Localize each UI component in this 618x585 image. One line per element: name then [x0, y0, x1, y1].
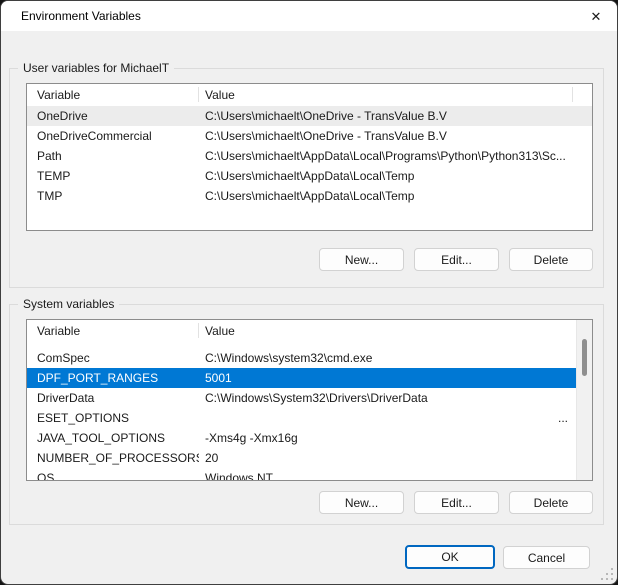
cell-value: C:\Windows\System32\Drivers\DriverData	[199, 388, 576, 408]
cancel-button[interactable]: Cancel	[503, 546, 590, 569]
column-divider[interactable]	[198, 323, 199, 338]
user-variables-table[interactable]: Variable Value OneDrive C:\Users\michael…	[26, 83, 593, 231]
cell-value: Windows NT	[199, 468, 576, 481]
cell-value: C:\Windows\system32\cmd.exe	[199, 348, 576, 368]
title-bar: Environment Variables ✕	[1, 1, 617, 31]
system-delete-button[interactable]: Delete	[509, 491, 593, 514]
system-new-button[interactable]: New...	[319, 491, 404, 514]
vertical-scrollbar[interactable]	[576, 320, 592, 480]
column-divider[interactable]	[198, 87, 199, 102]
system-edit-button[interactable]: Edit...	[414, 491, 499, 514]
user-variables-group-label: User variables for MichaelT	[18, 61, 174, 76]
cell-variable: JAVA_TOOL_OPTIONS	[27, 428, 199, 448]
cell-value: -Xms4g -Xmx16g	[199, 428, 576, 448]
cell-variable: DriverData	[27, 388, 199, 408]
system-variables-group-label: System variables	[18, 297, 119, 312]
column-divider[interactable]	[572, 87, 573, 102]
table-row[interactable]: OS Windows NT	[27, 468, 576, 481]
cell-value: 5001	[199, 368, 576, 388]
cell-value: C:\Users\michaelt\AppData\Local\Programs…	[199, 146, 592, 166]
user-edit-button[interactable]: Edit...	[414, 248, 499, 271]
cell-variable: TMP	[27, 186, 199, 206]
cell-variable: ComSpec	[27, 348, 199, 368]
cell-variable: TEMP	[27, 166, 199, 186]
table-body: ComSpec C:\Windows\system32\cmd.exe DPF_…	[27, 348, 576, 481]
close-button[interactable]: ✕	[583, 4, 609, 28]
table-row[interactable]: OneDrive C:\Users\michaelt\OneDrive - Tr…	[27, 106, 592, 126]
ok-button[interactable]: OK	[405, 545, 495, 569]
column-header-variable[interactable]: Variable	[37, 84, 80, 106]
table-header: Variable Value	[27, 84, 592, 105]
cell-variable: NUMBER_OF_PROCESSORS	[27, 448, 199, 468]
cell-value: ...	[199, 408, 576, 428]
table-row[interactable]: ESET_OPTIONS ...	[27, 408, 576, 428]
table-row[interactable]: OneDriveCommercial C:\Users\michaelt\One…	[27, 126, 592, 146]
cell-variable: ESET_OPTIONS	[27, 408, 199, 428]
table-row[interactable]: NUMBER_OF_PROCESSORS 20	[27, 448, 576, 468]
cell-value: C:\Users\michaelt\AppData\Local\Temp	[199, 166, 592, 186]
table-header: Variable Value	[27, 320, 592, 341]
table-row[interactable]: JAVA_TOOL_OPTIONS -Xms4g -Xmx16g	[27, 428, 576, 448]
table-row[interactable]: DriverData C:\Windows\System32\Drivers\D…	[27, 388, 576, 408]
table-row[interactable]: TMP C:\Users\michaelt\AppData\Local\Temp	[27, 186, 592, 206]
system-variables-table[interactable]: Variable Value ComSpec C:\Windows\system…	[26, 319, 593, 481]
cell-value: C:\Users\michaelt\OneDrive - TransValue …	[199, 106, 592, 126]
column-header-value[interactable]: Value	[205, 84, 235, 106]
table-row-selected[interactable]: DPF_PORT_RANGES 5001	[27, 368, 576, 388]
user-new-button[interactable]: New...	[319, 248, 404, 271]
window-title: Environment Variables	[21, 9, 141, 23]
cell-value: C:\Users\michaelt\OneDrive - TransValue …	[199, 126, 592, 146]
resize-grip[interactable]	[601, 568, 613, 580]
cell-variable: OneDriveCommercial	[27, 126, 199, 146]
cell-variable: Path	[27, 146, 199, 166]
table-body: OneDrive C:\Users\michaelt\OneDrive - Tr…	[27, 106, 592, 206]
user-delete-button[interactable]: Delete	[509, 248, 593, 271]
table-row[interactable]: ComSpec C:\Windows\system32\cmd.exe	[27, 348, 576, 368]
cell-variable: DPF_PORT_RANGES	[27, 368, 199, 388]
table-row[interactable]: Path C:\Users\michaelt\AppData\Local\Pro…	[27, 146, 592, 166]
cell-variable: OS	[27, 468, 199, 481]
scrollbar-thumb[interactable]	[582, 339, 587, 376]
cell-value: C:\Users\michaelt\AppData\Local\Temp	[199, 186, 592, 206]
column-header-variable[interactable]: Variable	[37, 320, 80, 342]
close-icon: ✕	[591, 10, 602, 23]
column-header-value[interactable]: Value	[205, 320, 235, 342]
environment-variables-dialog: Environment Variables ✕ User variables f…	[0, 0, 618, 585]
cell-variable: OneDrive	[27, 106, 199, 126]
cell-value: 20	[199, 448, 576, 468]
table-row[interactable]: TEMP C:\Users\michaelt\AppData\Local\Tem…	[27, 166, 592, 186]
